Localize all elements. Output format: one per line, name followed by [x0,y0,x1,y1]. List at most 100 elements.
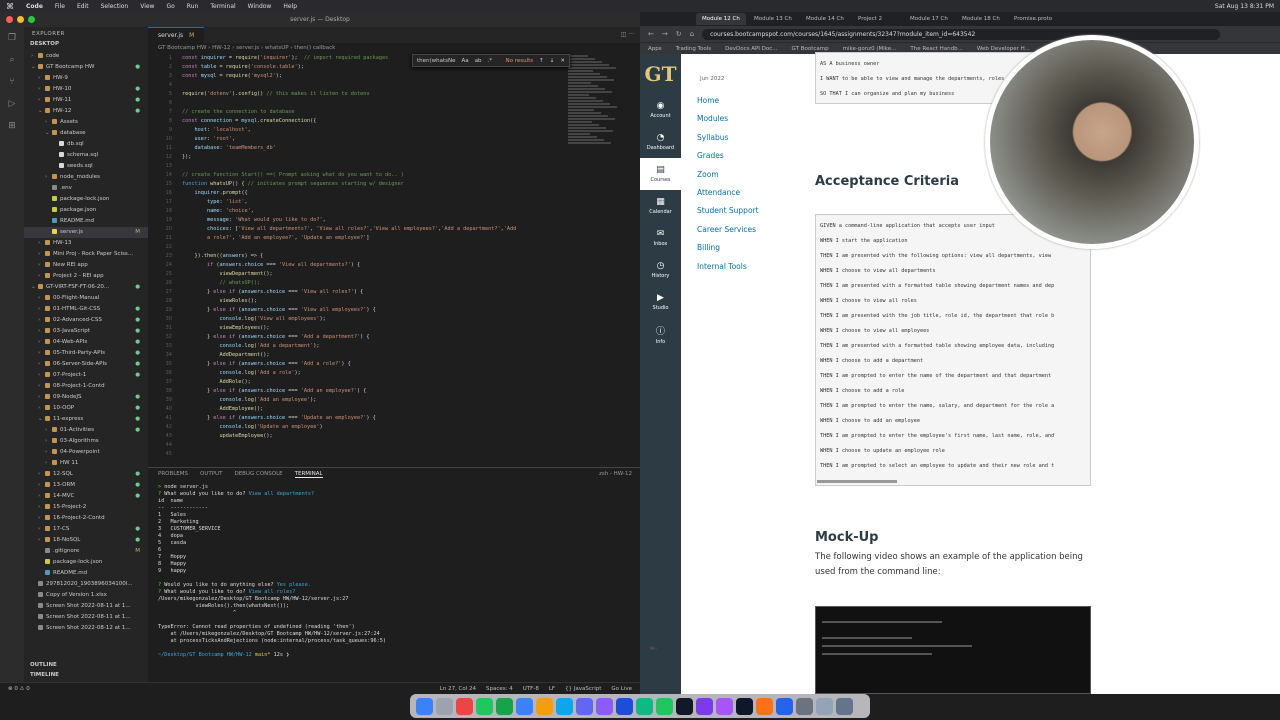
course-nav-link[interactable]: Student Support [697,202,787,220]
address-bar[interactable]: courses.bootcampspot.com/courses/1645/as… [702,28,1220,40]
menu-run[interactable]: Run [187,3,199,10]
tree-item[interactable]: .gitignore M [24,546,148,557]
tree-item[interactable]: › HW-9 [24,73,148,84]
whole-word-icon[interactable]: ab [475,58,482,64]
extensions-icon[interactable]: ⊞ [8,121,16,131]
tree-item[interactable]: README.md [24,568,148,579]
global-nav-inbox[interactable]: ✉ Inbox [640,222,681,254]
tree-item[interactable]: › 18-NoSQL ● [24,535,148,546]
course-nav-link[interactable]: Modules [697,110,787,128]
course-nav-link[interactable]: Zoom [697,166,787,184]
tab-output[interactable]: OUTPUT [200,471,222,477]
terminal-output[interactable]: > node server.js? What would you like to… [148,480,640,659]
global-nav-calendar[interactable]: ▦ Calendar [640,190,681,222]
tree-item[interactable]: › 01-Activities ● [24,425,148,436]
dock-app-icon[interactable] [836,697,853,715]
global-nav-courses[interactable]: ▤ Courses [640,158,681,190]
horizontal-scrollbar[interactable] [817,480,897,483]
course-nav-link[interactable]: Syllabus [697,129,787,147]
eol-status[interactable]: LF [549,686,555,692]
tree-item[interactable]: › 09-NodeJS ● [24,392,148,403]
browser-tab[interactable]: Promise.proto [1008,13,1058,25]
browser-tab[interactable]: Module 17 Ch [904,13,954,25]
course-nav-link[interactable]: Career Services [697,221,787,239]
dock-app-icon[interactable] [556,697,573,715]
mockup-video[interactable] [815,606,1091,694]
course-nav-link[interactable]: Grades [697,147,787,165]
tree-item[interactable]: Screen Shot 2022-08-11 at 1... [24,612,148,623]
dock-app-icon[interactable] [436,697,453,715]
tree-item[interactable]: › HW 11 [24,458,148,469]
tree-item[interactable]: › Assets [24,117,148,128]
menu-selection[interactable]: Selection [101,3,129,10]
menu-help[interactable]: Help [283,3,297,10]
dock-app-icon[interactable] [776,697,793,715]
zoom-window-button[interactable] [28,16,35,23]
tab-server-js[interactable]: server.js M [148,27,205,43]
tree-item[interactable]: ⌄ database [24,128,148,139]
global-nav-account[interactable]: ◉ Account [640,94,681,126]
tree-item[interactable]: › 02-Advanced-CSS ● [24,315,148,326]
tree-item[interactable]: › 01-HTML-Git-CSS ● [24,304,148,315]
tree-item[interactable]: › 15-Project-2 [24,502,148,513]
tree-item[interactable]: .env [24,183,148,194]
tree-item[interactable]: schema.sql [24,150,148,161]
tree-item[interactable]: › 16-Project-2-Contd [24,513,148,524]
dock-app-icon[interactable] [496,697,513,715]
apple-menu-icon[interactable]: ⌘ [6,2,14,11]
dock-app-icon[interactable] [816,697,833,715]
encoding-status[interactable]: UTF-8 [523,686,539,692]
back-icon[interactable]: ← [648,30,654,38]
language-mode[interactable]: {} JavaScript [565,686,601,692]
dock-app-icon[interactable] [616,697,633,715]
outline-section[interactable]: OUTLINE [24,662,148,672]
run-debug-icon[interactable]: ▷ [9,99,16,109]
tree-item[interactable]: › 12-SQL ● [24,469,148,480]
tab-problems[interactable]: PROBLEMS [158,471,188,477]
tree-item[interactable]: › node_modules [24,172,148,183]
dock-app-icon[interactable] [696,697,713,715]
tree-item[interactable]: › Mini Proj - Rock Paper Sciss... [24,249,148,260]
cursor-position[interactable]: Ln 27, Col 24 [440,686,476,692]
tree-item[interactable]: ⌄ GT-VIRT-FSF-FT-06-20... ● [24,282,148,293]
tree-item[interactable]: server.js M [24,227,148,238]
menu-file[interactable]: File [55,3,65,10]
browser-tab[interactable]: Module 14 Ch [800,13,850,25]
tree-item[interactable]: Screen Shot 2022-08-12 at 1... [24,623,148,634]
prev-match-icon[interactable]: ↑ [539,58,544,64]
course-nav-link[interactable]: Home [697,92,787,110]
menubar-clock[interactable]: Sat Aug 13 8:31 PM [1215,3,1274,10]
dock-app-icon[interactable] [716,697,733,715]
collapse-nav-icon[interactable]: ⇤ [650,644,658,654]
tree-item[interactable]: › Project 2 - REI app [24,271,148,282]
match-case-icon[interactable]: Aa [462,58,469,64]
tree-item[interactable]: › 13-ORM ● [24,480,148,491]
tree-item[interactable]: package.json [24,205,148,216]
global-nav-history[interactable]: ◷ History [640,254,681,286]
forward-icon[interactable]: → [662,30,668,38]
tree-item[interactable]: ⌄ 11-express ● [24,414,148,425]
menu-edit[interactable]: Edit [77,3,89,10]
gt-logo[interactable]: GT [640,54,681,94]
global-nav-dashboard[interactable]: ◔ Dashboard [640,126,681,158]
dock-app-icon[interactable] [656,697,673,715]
tab-terminal[interactable]: TERMINAL [294,471,323,478]
explorer-icon[interactable]: ❐ [8,33,16,43]
dock-app-icon[interactable] [796,697,813,715]
dock-app-icon[interactable] [596,697,613,715]
problems-status[interactable]: ⊗ 0 ⚠ 0 [8,686,30,692]
minimize-window-button[interactable] [17,16,24,23]
tree-item[interactable]: › 07-Project-1 ● [24,370,148,381]
dock-app-icon[interactable] [676,697,693,715]
course-nav-link[interactable]: Internal Tools [697,258,787,276]
tree-item[interactable]: › 17-CS ● [24,524,148,535]
bookmark-item[interactable]: Apps [648,46,662,52]
tree-item[interactable]: Copy of Version 1.xlsx [24,590,148,601]
tree-item[interactable]: › 03-JavaScript ● [24,326,148,337]
tree-item[interactable]: › code [24,51,148,62]
menu-terminal[interactable]: Terminal [210,3,235,10]
minimap[interactable] [568,54,620,154]
tree-item[interactable]: › 06-Server-Side-APIs ● [24,359,148,370]
explorer-root[interactable]: DESKTOP [24,41,148,51]
bookmark-item[interactable]: Web Developer H... [977,46,1030,52]
